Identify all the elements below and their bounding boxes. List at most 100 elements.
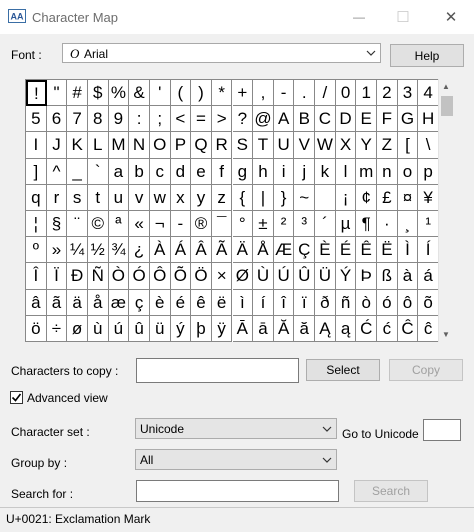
character-cell[interactable]: ? (232, 106, 254, 133)
character-cell[interactable]: # (67, 80, 88, 107)
grid-scrollbar[interactable]: ▲ ▼ (438, 79, 455, 342)
character-cell[interactable]: J (46, 132, 68, 159)
character-cell[interactable]: 5 (26, 106, 47, 133)
character-cell[interactable]: Ï (46, 263, 68, 290)
advanced-view-label[interactable]: Advanced view (27, 391, 108, 405)
character-cell[interactable]: ì (232, 289, 254, 316)
character-cell[interactable]: p (418, 158, 439, 185)
character-cell[interactable]: £ (377, 184, 398, 211)
character-cell[interactable]: @ (253, 106, 274, 133)
character-cell[interactable]: § (46, 211, 68, 238)
character-cell[interactable]: ® (191, 211, 212, 238)
character-cell[interactable]: } (273, 184, 295, 211)
character-cell[interactable]: H (418, 106, 439, 133)
character-cell[interactable]: ā (253, 315, 274, 342)
character-cell[interactable]: ´ (315, 211, 336, 238)
character-cell[interactable]: Á (170, 237, 192, 264)
character-cell[interactable]: å (87, 289, 109, 316)
character-cell[interactable]: d (170, 158, 192, 185)
character-cell[interactable]: K (67, 132, 88, 159)
character-cell[interactable]: ß (377, 263, 398, 290)
character-cell[interactable]: Ç (294, 237, 316, 264)
character-cell[interactable]: - (170, 211, 192, 238)
character-cell[interactable]: [ (397, 132, 419, 159)
character-cell[interactable]: ó (377, 289, 398, 316)
maximize-button[interactable]: ☐ (380, 0, 426, 34)
character-cell[interactable]: Ć (356, 315, 378, 342)
character-cell[interactable]: Ą (315, 315, 336, 342)
character-cell[interactable]: ; (149, 106, 171, 133)
character-cell[interactable]: 1 (356, 80, 378, 107)
character-cell[interactable]: 2 (377, 80, 398, 107)
character-cell[interactable]: k (315, 158, 336, 185)
character-cell[interactable]: / (315, 80, 336, 107)
character-cell[interactable]: Â (191, 237, 212, 264)
character-cell[interactable]: S (232, 132, 254, 159)
character-cell[interactable]: Ê (356, 237, 378, 264)
minimize-button[interactable]: — (336, 0, 382, 34)
character-cell[interactable]: ö (26, 315, 47, 342)
close-button[interactable]: ✕ (428, 0, 474, 34)
character-cell[interactable]: B (294, 106, 316, 133)
character-cell[interactable]: Î (26, 263, 47, 290)
group-by-dropdown[interactable]: All (135, 449, 337, 470)
character-cell[interactable]: 4 (418, 80, 439, 107)
character-cell[interactable]: â (26, 289, 47, 316)
character-cell[interactable]: Ü (315, 263, 336, 290)
character-cell[interactable]: T (253, 132, 274, 159)
character-cell[interactable]: ú (108, 315, 130, 342)
character-cell[interactable]: x (170, 184, 192, 211)
help-button[interactable]: Help (390, 44, 464, 67)
character-cell[interactable]: ^ (46, 158, 68, 185)
character-cell[interactable]: ] (26, 158, 47, 185)
character-cell[interactable]: * (211, 80, 233, 107)
character-cell[interactable]: Y (356, 132, 378, 159)
character-cell[interactable]: ĉ (418, 315, 439, 342)
character-cell[interactable]: È (315, 237, 336, 264)
character-cell[interactable]: æ (108, 289, 130, 316)
character-cell[interactable]: ô (397, 289, 419, 316)
character-cell[interactable]: v (129, 184, 150, 211)
character-cell[interactable]: ¬ (149, 211, 171, 238)
character-cell[interactable]: Ð (67, 263, 88, 290)
character-cell[interactable]: ° (232, 211, 254, 238)
character-cell[interactable]: Õ (170, 263, 192, 290)
character-cell[interactable]: 6 (46, 106, 68, 133)
character-cell[interactable]: Æ (273, 237, 295, 264)
character-cell[interactable]: è (149, 289, 171, 316)
character-cell[interactable]: ÷ (46, 315, 68, 342)
character-cell[interactable]: 0 (335, 80, 357, 107)
character-cell[interactable]: Ó (129, 263, 150, 290)
character-cell[interactable]: ¤ (397, 184, 419, 211)
character-cell[interactable]: a (108, 158, 130, 185)
scroll-down-icon[interactable]: ▼ (442, 330, 450, 339)
character-cell[interactable]: q (26, 184, 47, 211)
character-cell[interactable]: ă (294, 315, 316, 342)
character-cell[interactable]: ` (87, 158, 109, 185)
character-grid[interactable]: ! " # $% & '() * +, -./0 1 2 3 4 5 6 7 8 9:; < = >? @ A B C D E F G H… (25, 79, 439, 342)
character-cell[interactable]: Þ (356, 263, 378, 290)
character-cell[interactable]: ą (335, 315, 357, 342)
character-cell[interactable]: : (129, 106, 150, 133)
character-cell[interactable]: ¶ (356, 211, 378, 238)
character-cell[interactable]: ñ (335, 289, 357, 316)
character-cell[interactable]: Í (418, 237, 439, 264)
character-cell[interactable]: Û (294, 263, 316, 290)
character-cell[interactable]: g (232, 158, 254, 185)
character-cell[interactable]: ³ (294, 211, 316, 238)
character-cell[interactable]: Z (377, 132, 398, 159)
character-cell[interactable]: ¼ (67, 237, 88, 264)
character-cell[interactable]: ï (294, 289, 316, 316)
character-cell[interactable]: i (273, 158, 295, 185)
character-cell[interactable]: Ù (253, 263, 274, 290)
character-cell[interactable]: Ã (211, 237, 233, 264)
character-cell[interactable]: é (170, 289, 192, 316)
character-cell[interactable]: z (211, 184, 233, 211)
character-cell[interactable]: ç (129, 289, 150, 316)
character-cell[interactable]: " (46, 80, 68, 107)
character-cell[interactable]: ¹ (418, 211, 439, 238)
character-cell[interactable]: á (418, 263, 439, 290)
character-cell[interactable]: G (397, 106, 419, 133)
character-cell[interactable]: õ (418, 289, 439, 316)
character-cell[interactable]: î (273, 289, 295, 316)
